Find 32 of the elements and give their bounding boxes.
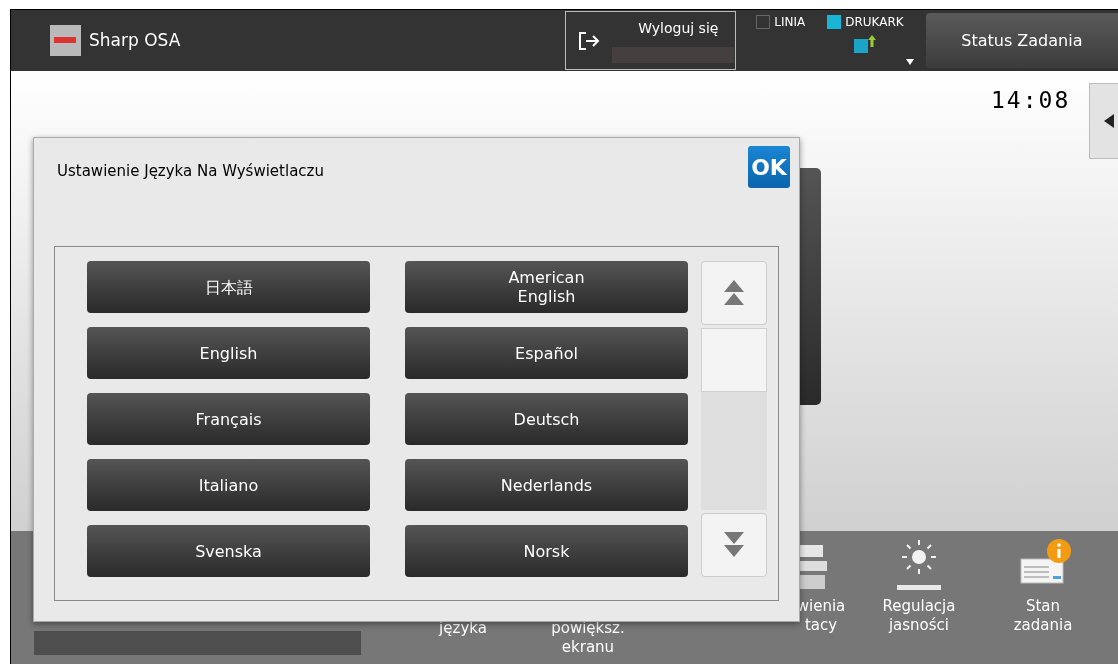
side-panel-tab[interactable] [1089, 83, 1118, 159]
double-down-arrow-icon [724, 532, 744, 558]
dialog-title: Ustawienie Języka Na Wyświetlaczu [57, 161, 324, 182]
language-button[interactable]: Italiano [87, 459, 370, 511]
language-button[interactable]: English [87, 327, 370, 379]
logout-icon [578, 30, 601, 51]
language-button[interactable]: Norsk [405, 525, 688, 577]
dock-item[interactable]: Stan zadania [993, 537, 1093, 635]
app-logo-icon [50, 25, 81, 56]
dock-item[interactable]: Regulacja jasności [869, 537, 969, 635]
language-button[interactable]: Français [87, 393, 370, 445]
app-title: Sharp OSA [89, 28, 181, 52]
ok-button[interactable]: OK [748, 146, 790, 188]
scroll-down-button[interactable] [701, 513, 767, 577]
job-status-button[interactable]: Status Zadania [925, 13, 1118, 68]
clock: 14:08 [991, 86, 1071, 115]
dropdown-caret-icon [905, 59, 914, 65]
language-button[interactable]: American English [405, 261, 688, 313]
language-button[interactable]: Nederlands [405, 459, 688, 511]
dock-item[interactable]: języka [413, 619, 513, 638]
double-up-arrow-icon [724, 280, 744, 306]
status-label: DRUKARK [845, 15, 904, 29]
language-button[interactable]: Español [405, 327, 688, 379]
logout-button[interactable]: Wyloguj się [565, 11, 737, 70]
language-button[interactable]: 日本語 [87, 261, 370, 313]
status-label: LINIA [774, 15, 806, 29]
language-button[interactable]: Deutsch [405, 393, 688, 445]
scroll-thumb[interactable] [701, 328, 767, 392]
scroll-up-button[interactable] [701, 261, 767, 325]
dock-item[interactable]: powiększ. ekranu [538, 619, 638, 657]
left-arrow-icon [1104, 114, 1114, 128]
language-button[interactable]: Svenska [87, 525, 370, 577]
